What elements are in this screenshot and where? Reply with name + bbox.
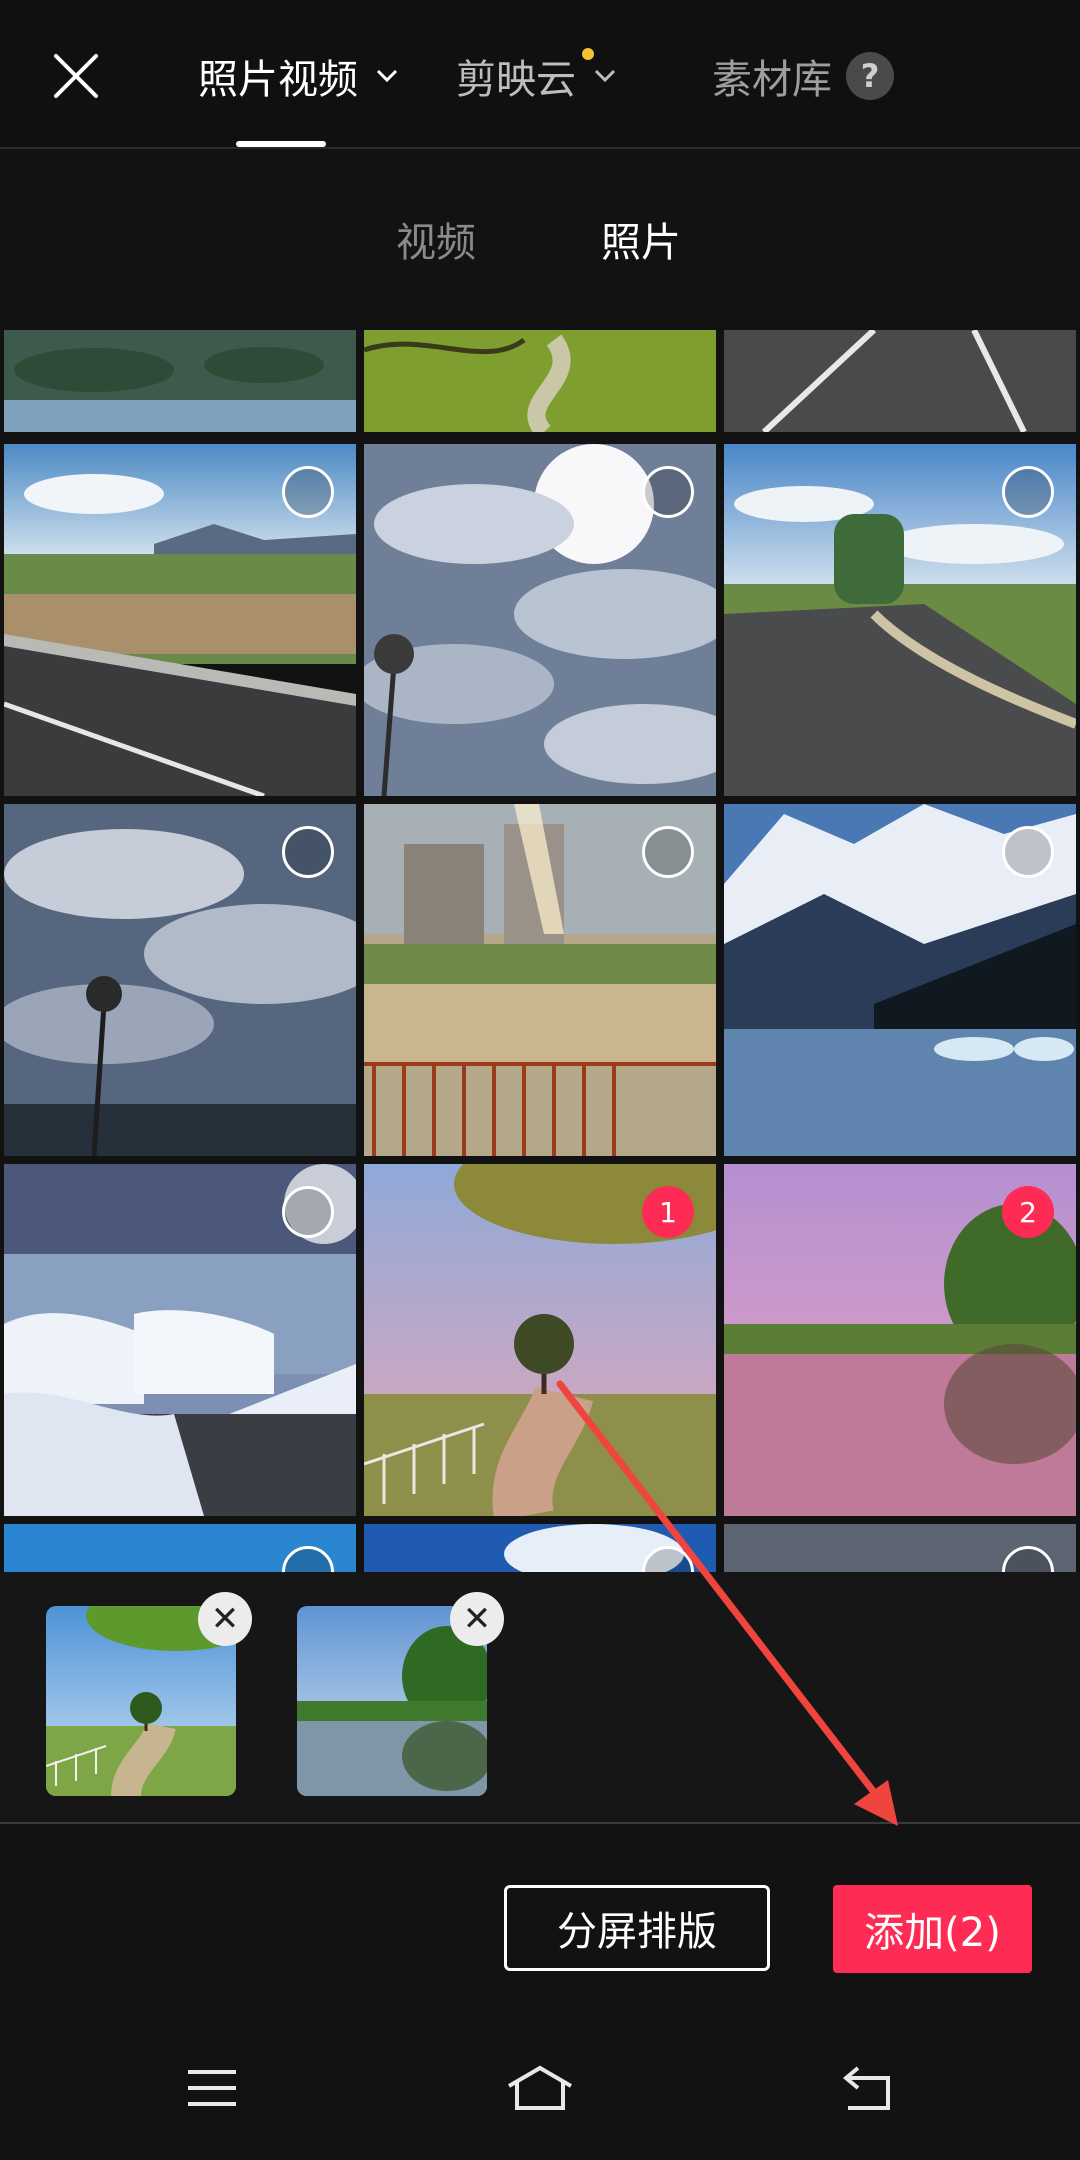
photo-thumbnail: [364, 330, 716, 432]
menu-icon[interactable]: [184, 2064, 240, 2112]
system-nav-bar: [0, 1994, 1080, 2160]
add-button[interactable]: 添加(2): [833, 1885, 1032, 1973]
remove-selected-button[interactable]: ✕: [450, 1592, 504, 1646]
select-circle[interactable]: [282, 826, 334, 878]
select-circle[interactable]: [282, 466, 334, 518]
tab-photo-video[interactable]: 照片视频: [198, 48, 400, 104]
photo-thumbnail: [724, 330, 1076, 432]
photo-cell-curving-road[interactable]: [724, 444, 1076, 796]
selection-number-badge[interactable]: 1: [642, 1186, 694, 1238]
photo-cell-blue-sky-clouds[interactable]: [364, 1524, 716, 1572]
back-icon[interactable]: [840, 2064, 896, 2112]
photo-cell-pink-lake-reflection[interactable]: 2: [724, 1164, 1076, 1516]
home-icon[interactable]: [505, 2064, 575, 2112]
chevron-down-icon: [376, 69, 398, 83]
photo-cell-cloudy-sky[interactable]: [364, 444, 716, 796]
select-circle[interactable]: [642, 826, 694, 878]
tab-library[interactable]: 素材库 ?: [712, 48, 894, 104]
select-circle[interactable]: [1002, 466, 1054, 518]
photo-cell-dark-clouds[interactable]: [4, 804, 356, 1156]
action-bar: 分屏排版 添加(2): [0, 1824, 1080, 1994]
tab-library-label: 素材库: [712, 57, 832, 103]
photo-thumbnail: [4, 330, 356, 432]
remove-selected-button[interactable]: ✕: [198, 1592, 252, 1646]
select-circle[interactable]: [282, 1186, 334, 1238]
tab-photo-video-label: 照片视频: [198, 57, 358, 103]
subtab-photo[interactable]: 照片: [601, 210, 681, 268]
photo-cell-gray-sky[interactable]: [724, 1524, 1076, 1572]
split-screen-layout-button[interactable]: 分屏排版: [504, 1885, 770, 1971]
photo-cell-road[interactable]: [724, 330, 1076, 432]
photo-cell-path[interactable]: [364, 330, 716, 432]
photo-cell-street-fence[interactable]: [364, 804, 716, 1156]
media-type-tabs: 视频 照片: [0, 150, 1080, 328]
notification-dot: [582, 48, 594, 60]
photo-cell-ice-lake[interactable]: [4, 1164, 356, 1516]
photo-grid: 1 2: [0, 330, 1080, 1572]
select-circle[interactable]: [642, 466, 694, 518]
selection-number-badge[interactable]: 2: [1002, 1186, 1054, 1238]
photo-cell-snowy-mountain-lake[interactable]: [724, 804, 1076, 1156]
subtab-video[interactable]: 视频: [396, 210, 476, 268]
photo-cell-roadside-field[interactable]: [4, 444, 356, 796]
photo-cell-lake[interactable]: [4, 330, 356, 432]
photo-cell-tree-path[interactable]: 1: [364, 1164, 716, 1516]
photo-cell-blue-sky[interactable]: [4, 1524, 356, 1572]
top-bar: 照片视频 剪映云 素材库 ?: [0, 0, 1080, 149]
selected-tray: ✕ ✕: [0, 1572, 1080, 1824]
close-icon[interactable]: [48, 48, 104, 104]
tab-cloud-label: 剪映云: [456, 57, 576, 103]
chevron-down-icon: [594, 69, 616, 83]
select-circle[interactable]: [1002, 826, 1054, 878]
help-icon[interactable]: ?: [846, 52, 894, 100]
active-tab-indicator: [236, 141, 326, 147]
tab-cloud[interactable]: 剪映云: [456, 48, 618, 104]
